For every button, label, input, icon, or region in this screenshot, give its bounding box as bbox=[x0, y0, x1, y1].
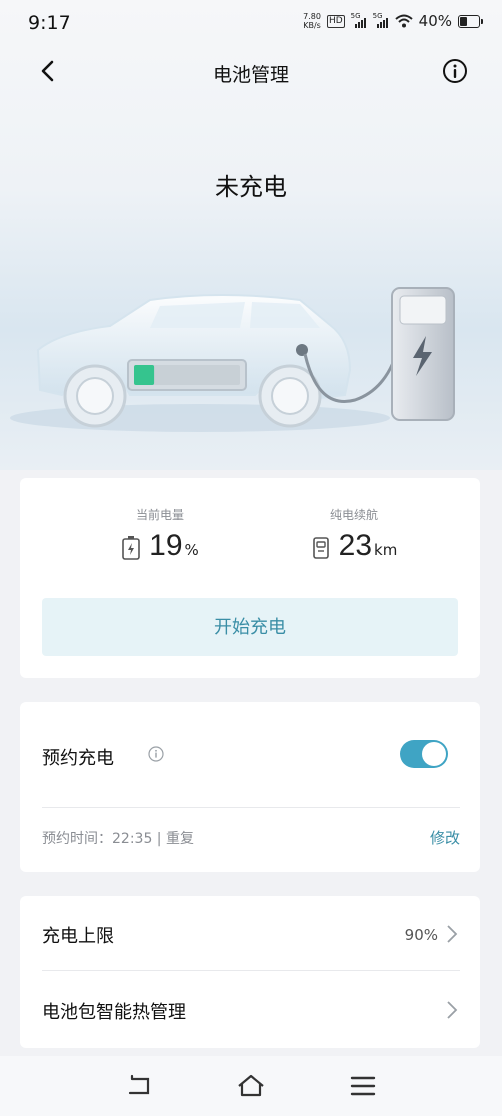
status-bar: 9:17 7.80 KB/s HD 5G 5G 40% bbox=[0, 0, 502, 48]
scheduled-charging-title: 预约充电 bbox=[42, 748, 114, 769]
battery-charge-icon bbox=[122, 536, 140, 560]
battery-level-stat: 当前电量 19 % bbox=[60, 506, 260, 561]
home-icon[interactable] bbox=[236, 1071, 266, 1101]
start-charging-button[interactable]: 开始充电 bbox=[42, 598, 458, 656]
signal-label: 5G bbox=[350, 12, 361, 20]
toggle-knob bbox=[422, 742, 446, 766]
chevron-right-icon bbox=[447, 925, 458, 943]
info-icon[interactable] bbox=[148, 746, 164, 762]
status-icons: 7.80 KB/s HD 5G 5G 40% bbox=[303, 12, 483, 30]
info-icon[interactable] bbox=[442, 58, 468, 84]
chevron-right-icon bbox=[447, 1001, 458, 1019]
scheduled-charging-toggle[interactable] bbox=[400, 740, 448, 768]
battery-level-label: 当前电量 bbox=[135, 508, 184, 522]
signal-icon: 5G bbox=[372, 12, 389, 28]
car-charging-illustration bbox=[10, 287, 455, 432]
charge-limit-label: 充电上限 bbox=[42, 926, 114, 947]
range-unit: km bbox=[374, 541, 398, 559]
page-title: 电池管理 bbox=[212, 64, 289, 86]
thermal-management-label: 电池包智能热管理 bbox=[42, 1002, 186, 1023]
scheduled-charging-card: 预约充电 预约时间：22:35 | 重复 修改 bbox=[20, 702, 480, 872]
back-icon[interactable] bbox=[124, 1071, 154, 1101]
range-value: 23 bbox=[338, 529, 373, 562]
range-stat: 纯电续航 23 km bbox=[254, 506, 454, 561]
edit-schedule-link[interactable]: 修改 bbox=[430, 827, 460, 848]
battery-percent: 40% bbox=[418, 12, 452, 30]
battery-settings-card: 充电上限 90% 电池包智能热管理 bbox=[20, 896, 480, 1048]
fuel-pump-icon bbox=[312, 537, 329, 559]
charging-status: 未充电 bbox=[215, 173, 287, 201]
scheduled-time: 预约时间：22:35 | 重复 bbox=[42, 831, 194, 847]
signal-icon: 5G bbox=[350, 12, 367, 28]
charge-limit-value: 90% bbox=[404, 926, 438, 944]
network-speed-unit: KB/s bbox=[303, 21, 321, 30]
nav-bar: 电池管理 bbox=[0, 50, 502, 94]
battery-stats-card: 当前电量 19 % 纯电续航 23 km 开始充电 bbox=[20, 478, 480, 678]
status-time: 9:17 bbox=[28, 12, 71, 34]
wifi-icon bbox=[394, 14, 413, 28]
battery-pack-fill bbox=[134, 365, 155, 385]
network-speed: 7.80 KB/s bbox=[303, 12, 321, 30]
battery-icon bbox=[458, 14, 483, 28]
range-label: 纯电续航 bbox=[329, 508, 378, 522]
hd-icon: HD bbox=[326, 14, 345, 28]
signal-label: 5G bbox=[372, 12, 383, 20]
divider bbox=[42, 970, 460, 971]
network-speed-value: 7.80 bbox=[303, 12, 321, 21]
system-nav-bar bbox=[0, 1056, 502, 1116]
battery-level-unit: % bbox=[184, 541, 199, 559]
menu-icon[interactable] bbox=[348, 1071, 378, 1101]
thermal-management-row[interactable]: 电池包智能热管理 bbox=[20, 972, 480, 1048]
battery-level-value: 19 bbox=[149, 529, 183, 562]
charge-limit-row[interactable]: 充电上限 90% bbox=[20, 896, 480, 972]
divider bbox=[42, 807, 460, 808]
